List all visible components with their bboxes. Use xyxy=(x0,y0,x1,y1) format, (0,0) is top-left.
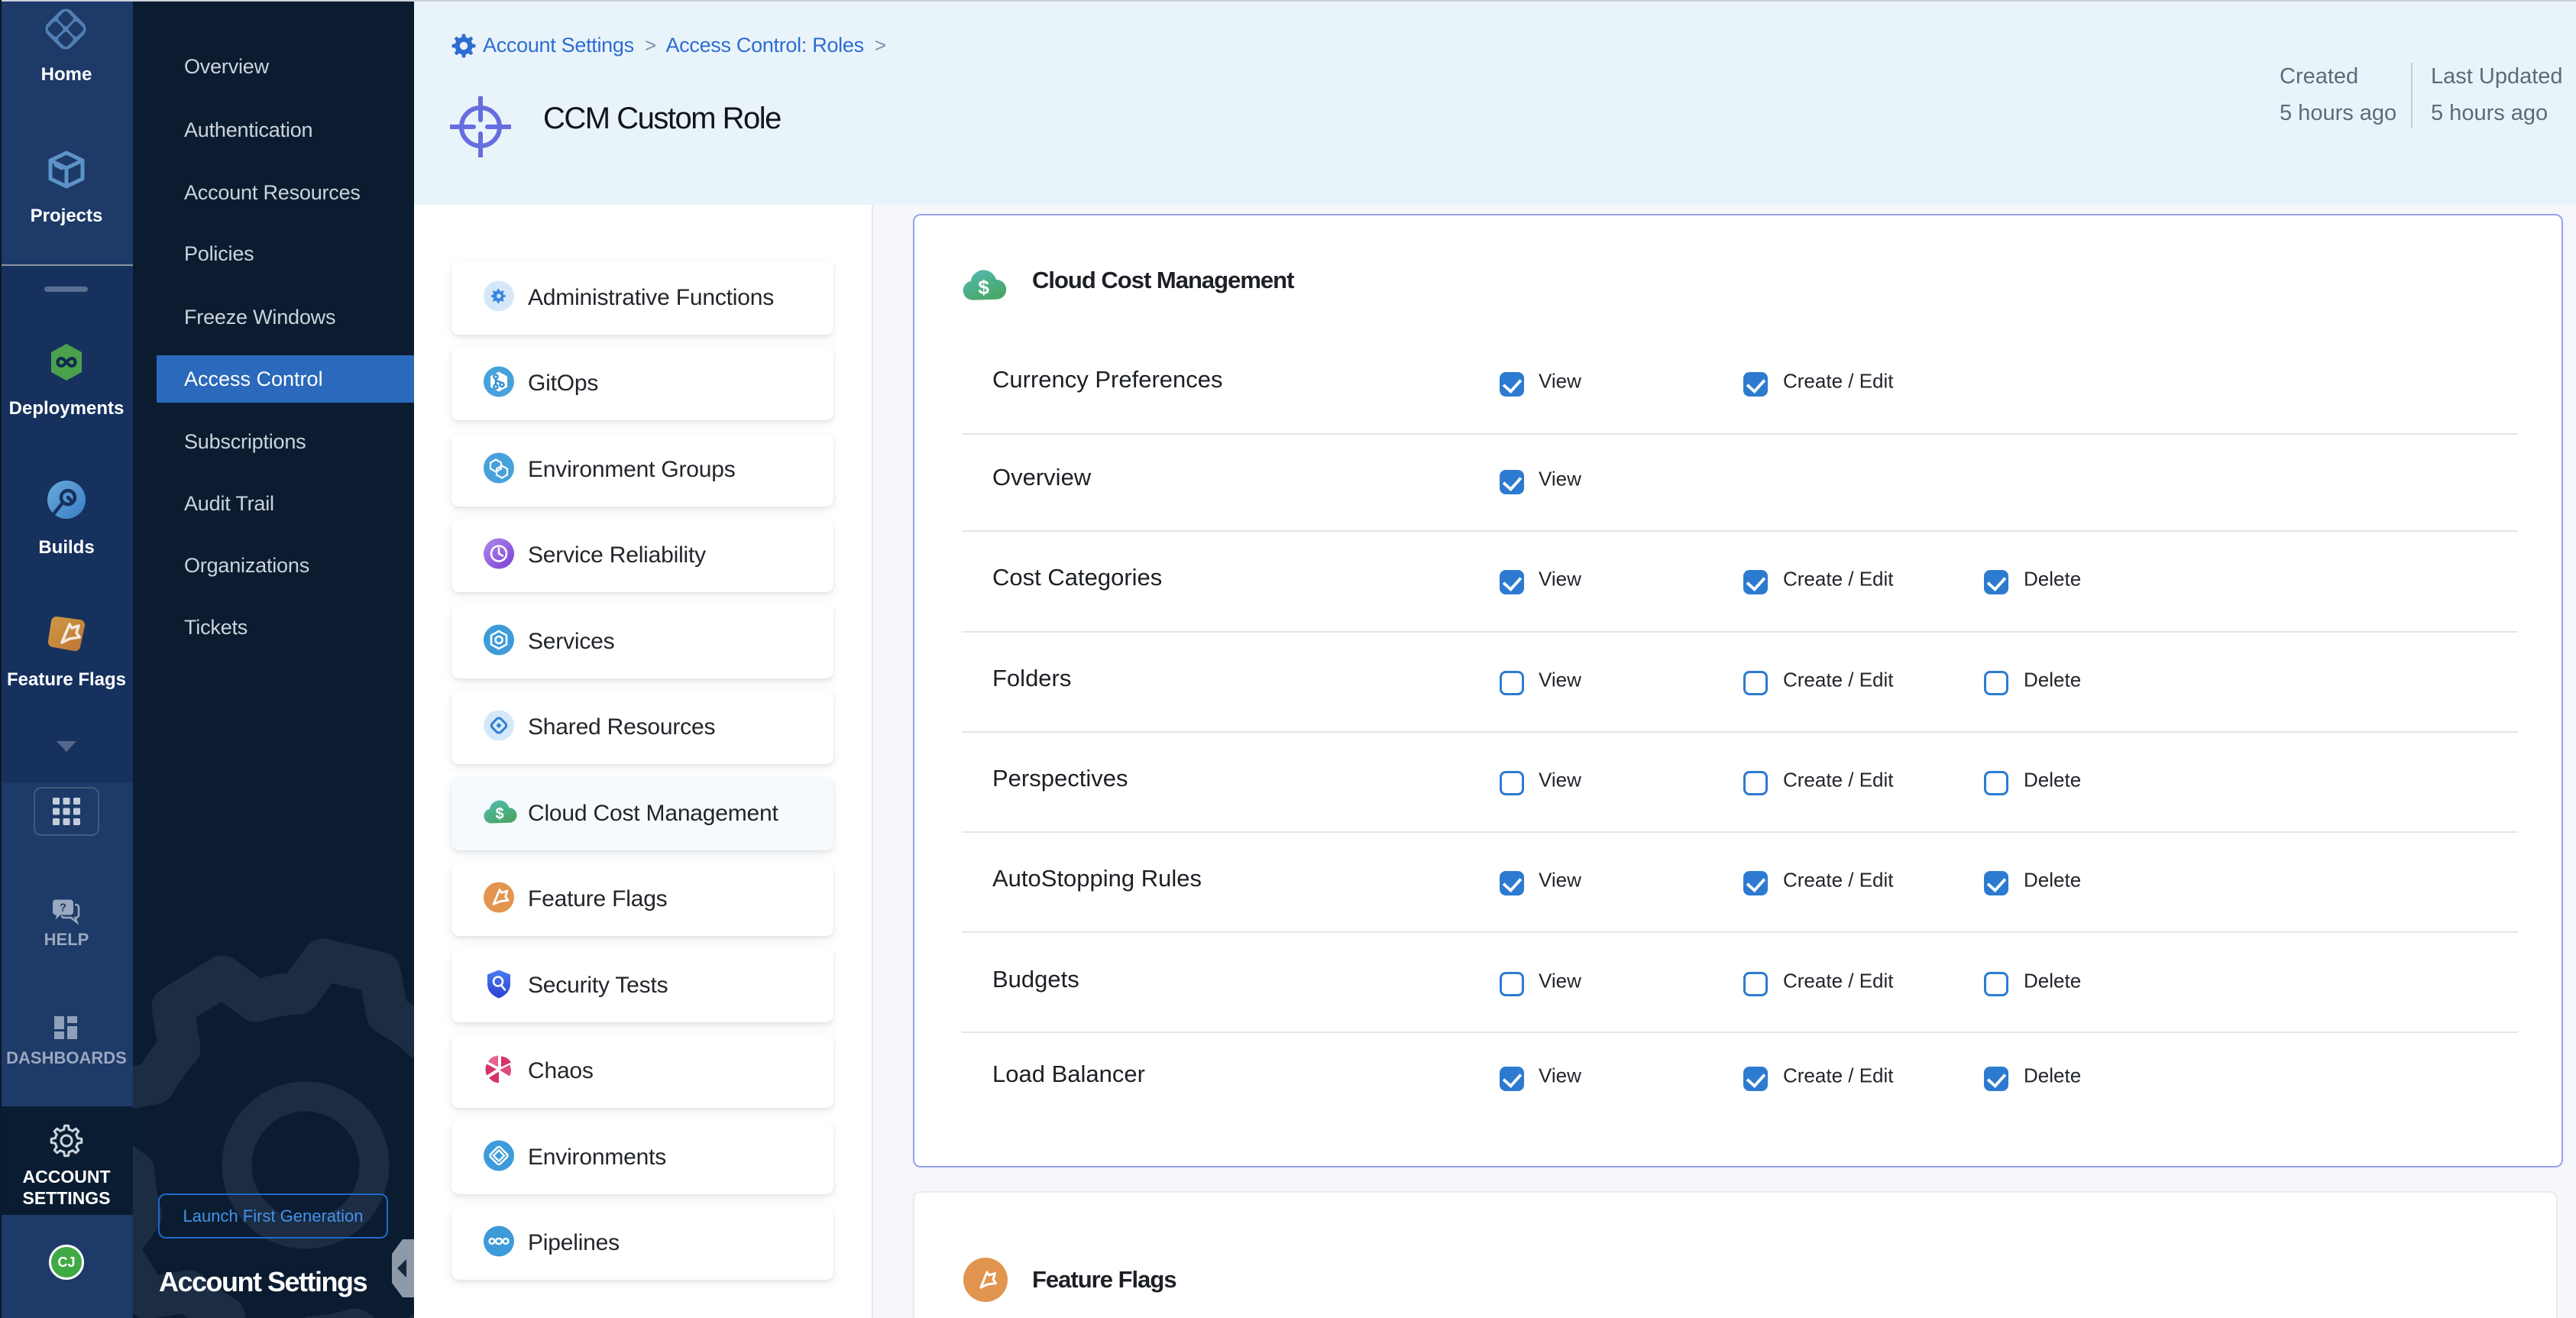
svg-text:?: ? xyxy=(60,902,66,915)
svg-text:$: $ xyxy=(978,276,989,299)
svg-text:$: $ xyxy=(495,806,503,823)
